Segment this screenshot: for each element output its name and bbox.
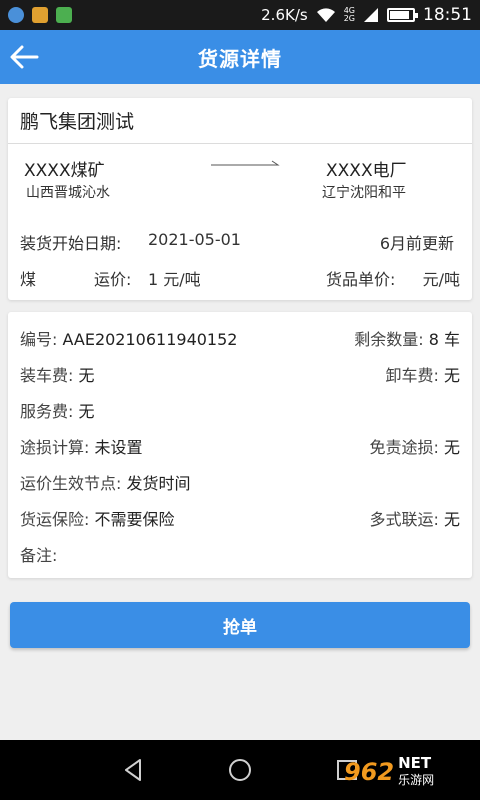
network-type: 4G 2G <box>343 6 355 23</box>
insurance-value: 不需要保险 <box>94 510 175 529</box>
origin-area: 山西晋城沁水 <box>26 185 110 201</box>
back-button[interactable] <box>6 39 42 75</box>
home-nav-icon[interactable] <box>225 756 255 784</box>
loading-fee-field: 装车费: 无 <box>20 366 95 385</box>
wifi-icon <box>316 8 335 22</box>
goods-type: 煤 <box>20 270 37 289</box>
destination-name: XXXX电厂 <box>326 161 407 181</box>
back-nav-icon[interactable] <box>118 756 148 784</box>
serial-value: AAE20210611940152 <box>62 330 238 349</box>
exempt-loss-field: 免责途损: 无 <box>369 438 460 457</box>
app-header: 货源详情 <box>0 30 480 84</box>
multimodal-value: 无 <box>443 510 460 529</box>
status-bar: 2.6K/s 4G 2G 18:51 <box>0 0 480 30</box>
exempt-loss-value: 无 <box>443 438 460 457</box>
cargo-summary-card: 鹏飞集团测试 XXXX煤矿 山西晋城沁水 XXXX电厂 辽宁沈阳和平 装货开始日… <box>8 98 472 300</box>
arrow-left-icon <box>10 45 39 69</box>
location-icon <box>8 7 24 23</box>
notification-icons <box>8 7 72 23</box>
service-fee-field: 服务费: 无 <box>20 402 95 421</box>
unit-price-label: 货品单价: <box>326 270 396 289</box>
message-icon <box>56 7 72 23</box>
unloading-fee-value: 无 <box>443 366 460 385</box>
watermark-logo: 962 NET 乐游网 <box>344 754 435 788</box>
cargo-details-card: 编号: AAE20210611940152 剩余数量: 8 车 装车费: 无 卸… <box>8 312 472 578</box>
start-date-label: 装货开始日期: <box>20 234 122 253</box>
service-fee-value: 无 <box>78 402 95 421</box>
company-name: 鹏飞集团测试 <box>8 98 472 144</box>
system-nav-bar: 962 NET 乐游网 <box>0 740 480 800</box>
battery-icon <box>387 8 418 22</box>
clock: 18:51 <box>423 5 472 25</box>
page-title: 货源详情 <box>198 46 282 71</box>
multimodal-field: 多式联运: 无 <box>369 510 460 529</box>
unloading-fee-field: 卸车费: 无 <box>385 366 460 385</box>
grab-order-button[interactable]: 抢单 <box>10 602 470 648</box>
loading-fee-value: 无 <box>78 366 95 385</box>
effective-node-value: 发货时间 <box>126 474 191 493</box>
app-notification-icon <box>32 7 48 23</box>
remark-field: 备注: <box>20 546 58 565</box>
route: XXXX煤矿 山西晋城沁水 XXXX电厂 辽宁沈阳和平 <box>8 144 472 224</box>
route-arrow-icon <box>211 160 280 166</box>
origin-name: XXXX煤矿 <box>24 161 105 181</box>
serial-field: 编号: AAE20210611940152 <box>20 330 238 349</box>
net-speed: 2.6K/s <box>261 6 308 24</box>
loss-calc-field: 途损计算: 未设置 <box>20 438 143 457</box>
remaining-value: 8 车 <box>428 330 460 349</box>
loss-calc-value: 未设置 <box>94 438 143 457</box>
effective-node-field: 运价生效节点: 发货时间 <box>20 474 191 493</box>
signal-icon <box>364 8 378 22</box>
destination-area: 辽宁沈阳和平 <box>322 185 406 201</box>
insurance-field: 货运保险: 不需要保险 <box>20 510 175 529</box>
freight-value: 1 元/吨 <box>148 270 201 289</box>
freight-label: 运价: <box>94 270 132 289</box>
updated-time: 6月前更新 <box>379 234 454 253</box>
start-date: 2021-05-01 <box>148 230 241 249</box>
remaining-field: 剩余数量: 8 车 <box>354 330 460 349</box>
unit-price-value: 元/吨 <box>422 270 460 289</box>
